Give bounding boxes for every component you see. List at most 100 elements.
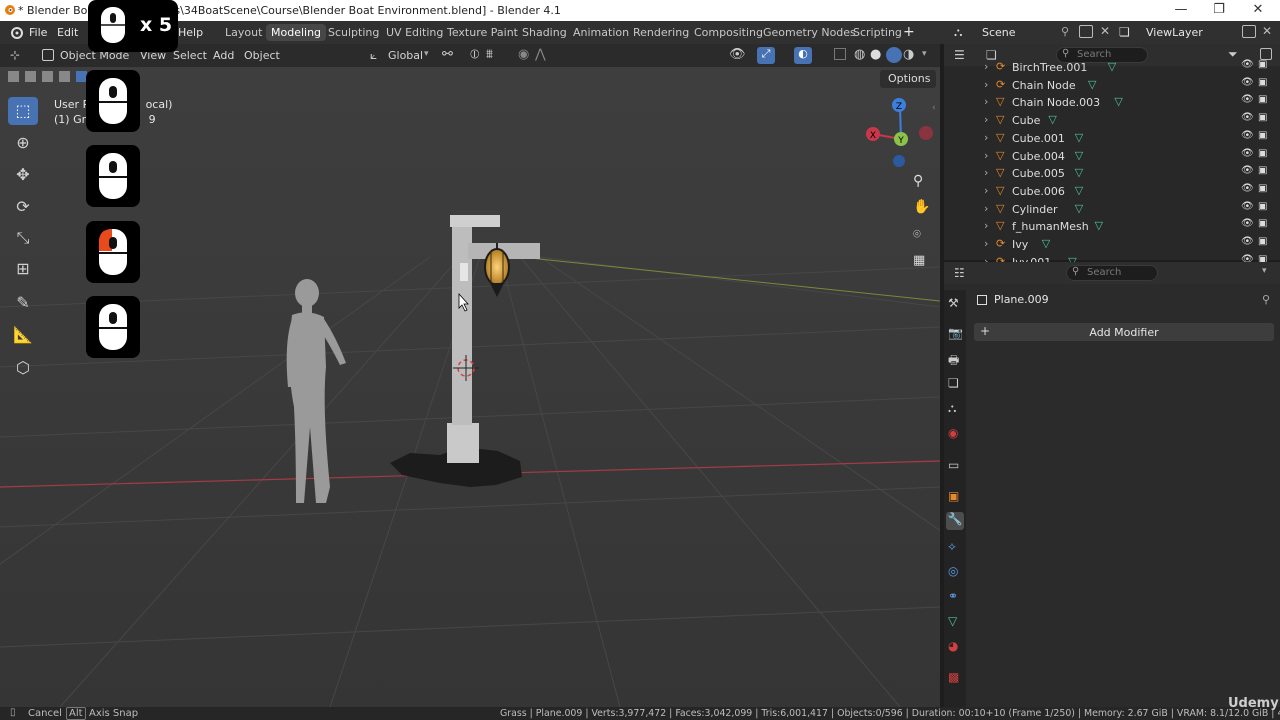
post-top[interactable] (450, 215, 500, 227)
expand-chevron-icon[interactable]: › (984, 78, 988, 91)
outliner-row[interactable]: › ▽ Cube.006 ▽ 👁 ▣ (944, 183, 1280, 201)
expand-chevron-icon[interactable]: › (984, 149, 988, 162)
tab-modeling[interactable]: Modeling (266, 24, 327, 41)
minimize-icon[interactable]: — (1166, 2, 1196, 17)
render-camera-icon[interactable]: ▣ (1258, 165, 1267, 176)
outliner-row[interactable]: › ▽ Cylinder ▽ 👁 ▣ (944, 201, 1280, 219)
tab-uv-editing[interactable]: UV Editing (381, 24, 448, 41)
outliner-row[interactable]: › ⟳ Chain Node ▽ 👁 ▣ (944, 77, 1280, 95)
outliner-row[interactable]: › ▽ Cube ▽ 👁 ▣ (944, 112, 1280, 130)
collapse-sidebar-icon[interactable]: ‹ (932, 103, 936, 113)
render-camera-icon[interactable]: ▣ (1258, 148, 1267, 159)
expand-chevron-icon[interactable]: › (984, 60, 988, 73)
visibility-eye-icon[interactable]: 👁 (1241, 130, 1254, 141)
tab-rendering[interactable]: Rendering (628, 24, 694, 41)
material-shading-icon[interactable] (886, 47, 902, 63)
menu-add[interactable]: Add (213, 49, 234, 62)
new-viewlayer-icon[interactable] (1242, 25, 1256, 38)
falloff-icon[interactable]: ⋀ (535, 47, 546, 62)
outliner-row[interactable]: › ▽ Cube.005 ▽ 👁 ▣ (944, 165, 1280, 183)
tab-geometry-nodes[interactable]: Geometry Nodes (758, 24, 861, 41)
view-layer-tab-icon[interactable]: ❏ (948, 376, 959, 390)
pin-icon[interactable]: ⚲ (1262, 293, 1270, 306)
viewlayer-icon[interactable]: ❏ (1119, 25, 1130, 39)
render-camera-icon[interactable]: ▣ (1258, 59, 1267, 70)
select-box-tool-icon[interactable]: ⬚ (8, 97, 38, 125)
physics-tab-icon[interactable]: ◎ (948, 564, 958, 578)
select-subtract-icon[interactable] (42, 71, 53, 82)
tab-animation[interactable]: Animation (568, 24, 634, 41)
properties-editor-icon[interactable]: ☷ (954, 266, 965, 280)
menu-edit[interactable]: Edit (57, 26, 78, 39)
world-tab-icon[interactable]: ◉ (948, 426, 958, 440)
pivot-icon[interactable]: ⚯ (442, 47, 453, 62)
tab-compositing[interactable]: Compositing (689, 24, 768, 41)
delete-scene-icon[interactable]: ✕ (1100, 24, 1110, 38)
3d-viewport[interactable]: Z X Y User Pe ocal) (1) Gras 9 Options ⚲ ✋… (0, 67, 940, 707)
expand-chevron-icon[interactable]: › (984, 131, 988, 144)
visibility-eye-icon[interactable]: 👁 (1241, 218, 1254, 229)
render-camera-icon[interactable]: ▣ (1258, 77, 1267, 88)
tab-sculpting[interactable]: Sculpting (323, 24, 384, 41)
visibility-eye-icon[interactable]: 👁 (1241, 165, 1254, 176)
visibility-icon[interactable]: 👁 (729, 47, 746, 62)
render-tab-icon[interactable]: 📷 (948, 326, 963, 340)
render-camera-icon[interactable]: ▣ (1258, 183, 1267, 194)
outliner-row[interactable]: › ⟳ Ivy ▽ 👁 ▣ (944, 236, 1280, 254)
chevron-down-icon[interactable]: ▾ (922, 49, 927, 59)
rendered-shading-icon[interactable]: ◑ (903, 47, 914, 62)
overlay-toggle-icon[interactable]: ◐ (794, 47, 812, 64)
viewlayer-name[interactable]: ViewLayer (1146, 26, 1203, 39)
pin-icon[interactable]: ⚲ (1061, 25, 1069, 38)
transform-tool-icon[interactable]: ⊞ (8, 255, 38, 283)
visibility-eye-icon[interactable]: 👁 (1241, 94, 1254, 105)
camera-view-icon[interactable]: ⌾ (913, 227, 921, 242)
outliner-row[interactable]: › ⟳ BirchTree.001 ▽ 👁 ▣ (944, 59, 1280, 77)
options-button[interactable]: Options (880, 70, 936, 88)
select-invert-icon[interactable] (59, 71, 70, 82)
tool-tab-icon[interactable]: ⚒ (948, 296, 959, 310)
close-icon[interactable]: ✕ (1243, 2, 1273, 17)
menu-select[interactable]: Select (173, 49, 207, 62)
lantern[interactable] (484, 248, 510, 286)
menu-file[interactable]: File (29, 26, 47, 39)
visibility-eye-icon[interactable]: 👁 (1241, 236, 1254, 247)
scale-tool-icon[interactable]: ⤡ (8, 224, 38, 252)
measure-tool-icon[interactable]: 📐 (8, 321, 38, 349)
texture-tab-icon[interactable]: ▩ (948, 670, 959, 684)
wireframe-shading-icon[interactable]: ◍ (854, 47, 865, 62)
perspective-grid-icon[interactable]: ▦ (913, 253, 925, 268)
render-camera-icon[interactable]: ▣ (1258, 94, 1267, 105)
tab-layout[interactable]: Layout (220, 24, 267, 41)
proportional-icon[interactable]: ◉ (518, 47, 529, 62)
expand-chevron-icon[interactable]: › (984, 202, 988, 215)
output-tab-icon[interactable]: 🖶 (948, 351, 959, 372)
visibility-eye-icon[interactable]: 👁 (1241, 183, 1254, 194)
visibility-eye-icon[interactable]: 👁 (1241, 148, 1254, 159)
render-camera-icon[interactable]: ▣ (1258, 201, 1267, 212)
render-camera-icon[interactable]: ▣ (1258, 130, 1267, 141)
render-camera-icon[interactable]: ▣ (1258, 236, 1267, 247)
maximize-icon[interactable]: ❐ (1204, 2, 1234, 17)
outliner-row[interactable]: › ▽ f_humanMesh ▽ 👁 ▣ (944, 218, 1280, 236)
modifier-tab-icon[interactable]: 🔧 (946, 512, 964, 530)
post-base[interactable] (447, 423, 479, 463)
move-tool-icon[interactable]: ✥ (8, 161, 38, 189)
expand-chevron-icon[interactable]: › (984, 219, 988, 232)
snap-target-icon[interactable]: ⩩ (486, 47, 493, 62)
new-scene-icon[interactable] (1079, 25, 1093, 38)
render-camera-icon[interactable]: ▣ (1258, 112, 1267, 123)
zoom-icon[interactable]: ⚲ (913, 173, 923, 189)
delete-viewlayer-icon[interactable]: ✕ (1262, 24, 1272, 38)
post-hook[interactable] (460, 263, 468, 281)
outliner-row[interactable]: › ▽ Chain Node.003 ▽ 👁 ▣ (944, 94, 1280, 112)
pan-hand-icon[interactable]: ✋ (913, 199, 930, 215)
xray-icon[interactable] (834, 48, 846, 60)
add-cube-tool-icon[interactable]: ⬡ (8, 354, 38, 382)
menu-object[interactable]: Object (244, 49, 280, 62)
scene-tab-icon[interactable]: ⛬ (948, 401, 956, 416)
rotate-tool-icon[interactable]: ⟳ (8, 193, 38, 221)
outliner-row[interactable]: › ▽ Cube.001 ▽ 👁 ▣ (944, 130, 1280, 148)
cursor-tool-icon[interactable]: ⊕ (8, 129, 38, 157)
snap-icon[interactable]: ⦶ (470, 47, 479, 62)
